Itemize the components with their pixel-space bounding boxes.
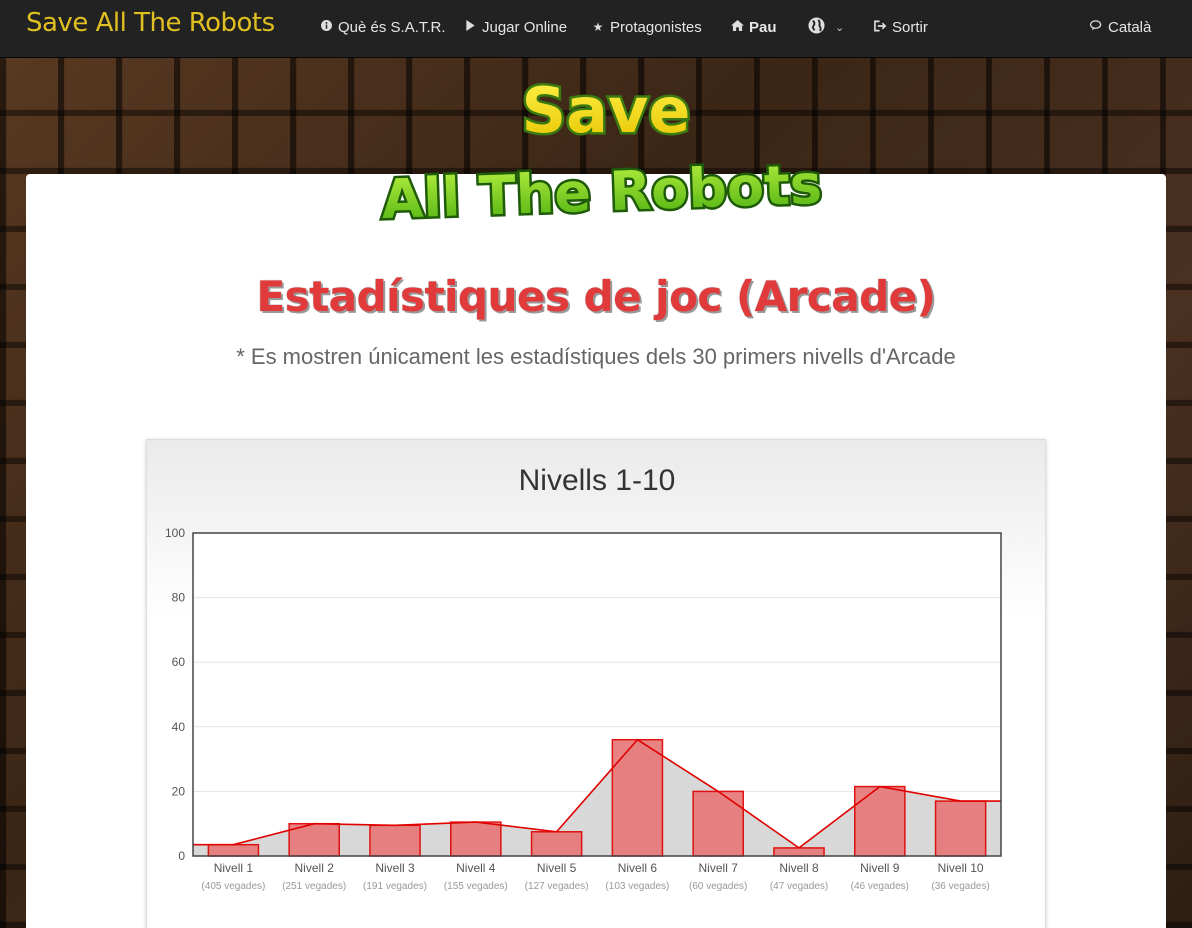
bar-3	[369, 824, 421, 857]
comments-icon	[1089, 20, 1102, 34]
sign-out-icon	[874, 20, 887, 35]
language-label: Català	[1108, 18, 1152, 36]
y-tick-label: 40	[172, 720, 186, 734]
play-icon	[464, 20, 476, 34]
nav-item-what-is[interactable]: Què és S.A.T.R.	[320, 17, 446, 37]
globe-icon	[808, 16, 825, 38]
x-tick-label: Nivell 1	[214, 861, 254, 875]
chart-card: Nivells 1-10 0 20 40 60 80 100 Nivell 1 (405 ve…	[146, 439, 1046, 928]
nav-label-user: Pau	[749, 18, 777, 36]
logo-line-2: All The Robots	[380, 153, 823, 231]
x-tick-sublabel: (155 vegades)	[444, 881, 508, 892]
x-tick-sublabel: (191 vegades)	[363, 881, 427, 892]
nav-item-play-online[interactable]: Jugar Online	[464, 17, 567, 37]
y-tick-label: 0	[178, 849, 185, 863]
y-tick-label: 100	[165, 526, 185, 540]
nav-label-logout: Sortir	[892, 18, 928, 36]
chevron-down-icon: ⌄	[835, 21, 845, 34]
bar-5	[530, 831, 583, 857]
page-subtitle: * Es mostren únicament les estadístiques…	[236, 344, 956, 369]
nav-item-globe-dropdown[interactable]: ⌄	[808, 16, 845, 38]
info-circle-icon	[320, 20, 332, 34]
game-logo: Save All The Robots	[370, 70, 830, 250]
nav-label-play-online: Jugar Online	[482, 18, 568, 36]
bar-8	[773, 847, 825, 857]
x-tick-label: Nivell 3	[375, 861, 415, 875]
page-title: Estadístiques de joc (Arcade)	[256, 272, 936, 321]
nav-item-user-pau[interactable]: Pau	[731, 17, 777, 37]
y-tick-label: 60	[172, 655, 186, 669]
nav-label-what-is: Què és S.A.T.R.	[338, 18, 446, 36]
x-tick-label: Nivell 4	[456, 861, 496, 875]
bar-9	[854, 785, 906, 857]
bar-10	[934, 800, 987, 857]
language-selector[interactable]: Català	[1089, 17, 1152, 37]
bar-7	[692, 790, 744, 857]
y-tick-label: 80	[172, 591, 186, 605]
top-navbar: Save All The Robots Què és S.A.T.R. Juga…	[0, 0, 1192, 58]
bar-6	[611, 738, 664, 857]
home-icon	[731, 20, 744, 34]
bar-4	[450, 821, 502, 857]
x-tick-sublabel: (251 vegades)	[282, 881, 346, 892]
x-tick-sublabel: (127 vegades)	[525, 881, 589, 892]
x-tick-sublabel: (60 vegades)	[689, 881, 747, 892]
x-tick-sublabel: (36 vegades)	[931, 881, 989, 892]
bar-1	[207, 843, 260, 857]
bar-chart: 0 20 40 60 80 100 Nivell 1 (405 vegades) Nivell …	[165, 526, 1002, 892]
nav-item-characters[interactable]: ★ Protagonistes	[592, 17, 702, 37]
x-tick-label: Nivell 5	[537, 861, 577, 875]
x-tick-label: Nivell 9	[860, 861, 900, 875]
nav-label-characters: Protagonistes	[610, 18, 702, 36]
x-tick-sublabel: (103 vegades)	[605, 881, 669, 892]
x-tick-sublabel: (46 vegades)	[851, 881, 909, 892]
x-tick-label: Nivell 2	[295, 861, 335, 875]
y-tick-label: 20	[172, 784, 186, 798]
x-tick-label: Nivell 7	[699, 861, 739, 875]
x-tick-label: Nivell 6	[618, 861, 658, 875]
star-icon: ★	[592, 20, 604, 34]
nav-item-logout[interactable]: Sortir	[874, 17, 928, 37]
x-tick-label: Nivell 8	[779, 861, 819, 875]
logo-line-1: Save	[522, 74, 691, 147]
x-tick-sublabel: (405 vegades)	[201, 881, 265, 892]
x-tick-sublabel: (47 vegades)	[770, 881, 828, 892]
x-tick-label: Nivell 10	[938, 861, 984, 875]
brand-link[interactable]: Save All The Robots	[26, 8, 275, 38]
